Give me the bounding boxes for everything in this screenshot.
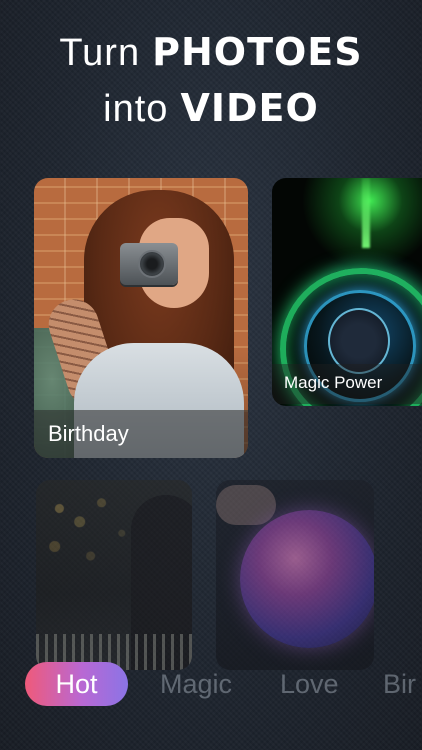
tab-love[interactable]: Love (280, 662, 339, 706)
headline-into: into (103, 88, 169, 130)
card-title-magic-power: Magic Power (272, 364, 422, 404)
glowing-globe-image (240, 510, 374, 648)
template-card-lights[interactable] (36, 480, 192, 670)
headline-line2: into VIDEO (0, 86, 422, 131)
green-beam-image (362, 178, 370, 248)
hand-image (216, 485, 276, 525)
headline-turn: Turn (59, 32, 141, 74)
template-card-magic-power[interactable]: Magic Power (272, 178, 422, 406)
headline-video: VIDEO (180, 86, 319, 130)
tab-birthday-partial[interactable]: Bir (383, 662, 416, 706)
headline-photoes: PHOTOES (152, 30, 363, 74)
template-card-birthday[interactable]: Birthday (34, 178, 248, 458)
template-card-globe[interactable] (216, 480, 374, 670)
tab-hot[interactable]: Hot (25, 662, 128, 706)
tab-magic[interactable]: Magic (160, 662, 232, 706)
headline-line1: Turn PHOTOES (0, 30, 422, 75)
card-title-birthday: Birthday (34, 410, 248, 458)
camera-lens-image (138, 250, 166, 278)
